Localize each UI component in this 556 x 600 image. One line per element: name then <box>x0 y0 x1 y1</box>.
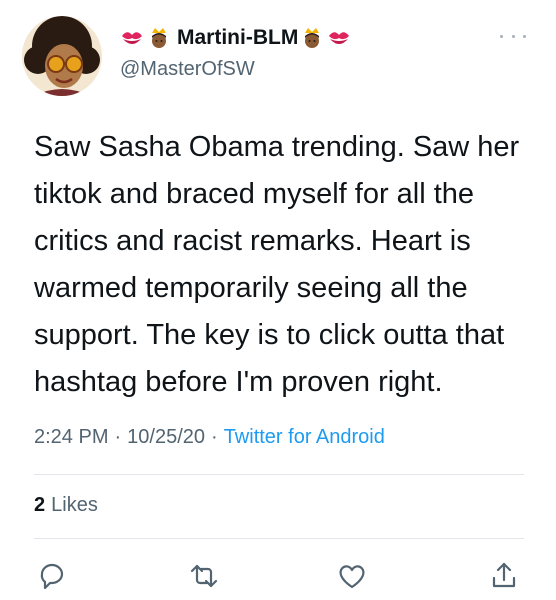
tweet-meta: 2:24 PM · 10/25/20 · Twitter for Android <box>34 426 385 449</box>
likes-summary[interactable]: 2 Likes <box>34 494 98 517</box>
meta-separator: · <box>114 426 122 448</box>
meta-separator: · <box>211 426 218 448</box>
display-name: Martini-BLM <box>177 26 299 49</box>
kiss-mark-icon <box>327 27 351 49</box>
tweet-date[interactable]: 10/25/20 <box>127 426 205 448</box>
avatar[interactable] <box>22 16 102 96</box>
author-handle[interactable]: @MasterOfSW <box>120 58 255 81</box>
tweet-header: Martini-BLM @MasterOfSW <box>0 0 556 110</box>
more-dots-icon[interactable] <box>500 28 526 44</box>
divider <box>34 474 524 475</box>
share-icon[interactable] <box>488 560 520 592</box>
divider <box>34 538 524 539</box>
author-name-row[interactable]: Martini-BLM <box>120 26 354 50</box>
retweet-icon[interactable] <box>188 560 220 592</box>
tweet-text: Saw Sasha Obama trending. Saw her tiktok… <box>34 131 520 398</box>
tweet-client-link[interactable]: Twitter for Android <box>224 426 385 448</box>
likes-label: Likes <box>51 494 98 516</box>
crowned-queen-icon <box>300 27 324 49</box>
likes-count: 2 <box>34 494 46 516</box>
crowned-queen-icon <box>147 27 171 49</box>
tweet-time[interactable]: 2:24 PM <box>34 426 108 448</box>
reply-icon[interactable] <box>36 560 68 592</box>
kiss-mark-icon <box>120 27 144 49</box>
tweet-actions <box>0 556 556 600</box>
heart-icon[interactable] <box>336 560 368 592</box>
